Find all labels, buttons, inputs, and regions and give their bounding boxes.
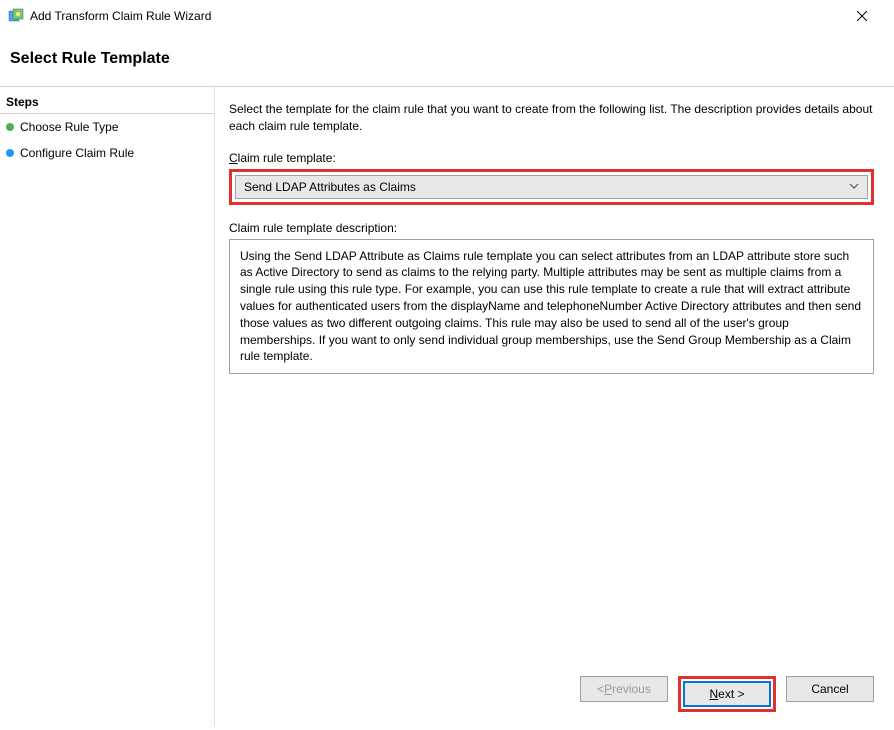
step-label: Choose Rule Type <box>20 120 119 134</box>
template-dropdown-highlight: Send LDAP Attributes as Claims <box>229 169 874 205</box>
chevron-down-icon <box>849 181 859 192</box>
claim-rule-template-dropdown[interactable]: Send LDAP Attributes as Claims <box>235 175 868 199</box>
previous-button: < Previous <box>580 676 668 702</box>
steps-sidebar: Steps Choose Rule Type Configure Claim R… <box>0 87 215 726</box>
next-button[interactable]: Next > <box>683 681 771 707</box>
window-title: Add Transform Claim Rule Wizard <box>30 9 839 23</box>
template-label: Claim rule template: <box>229 151 874 165</box>
page-title: Select Rule Template <box>10 50 894 68</box>
step-label: Configure Claim Rule <box>20 146 134 160</box>
bullet-icon <box>6 123 14 131</box>
content-pane: Select the template for the claim rule t… <box>215 87 894 726</box>
bullet-icon <box>6 149 14 157</box>
next-button-highlight: Next > <box>678 676 776 712</box>
description-label: Claim rule template description: <box>229 221 874 235</box>
close-button[interactable] <box>839 2 884 30</box>
wizard-icon <box>8 8 24 24</box>
cancel-button[interactable]: Cancel <box>786 676 874 702</box>
button-bar: < Previous Next > Cancel <box>580 676 874 712</box>
template-description: Using the Send LDAP Attribute as Claims … <box>229 239 874 375</box>
dropdown-selected-text: Send LDAP Attributes as Claims <box>244 180 849 194</box>
titlebar: Add Transform Claim Rule Wizard <box>0 0 894 32</box>
main-area: Steps Choose Rule Type Configure Claim R… <box>0 86 894 726</box>
steps-heading: Steps <box>0 91 214 114</box>
intro-text: Select the template for the claim rule t… <box>229 101 874 135</box>
page-header: Select Rule Template <box>0 32 894 86</box>
step-choose-rule-type[interactable]: Choose Rule Type <box>0 114 214 140</box>
step-configure-claim-rule[interactable]: Configure Claim Rule <box>0 140 214 166</box>
